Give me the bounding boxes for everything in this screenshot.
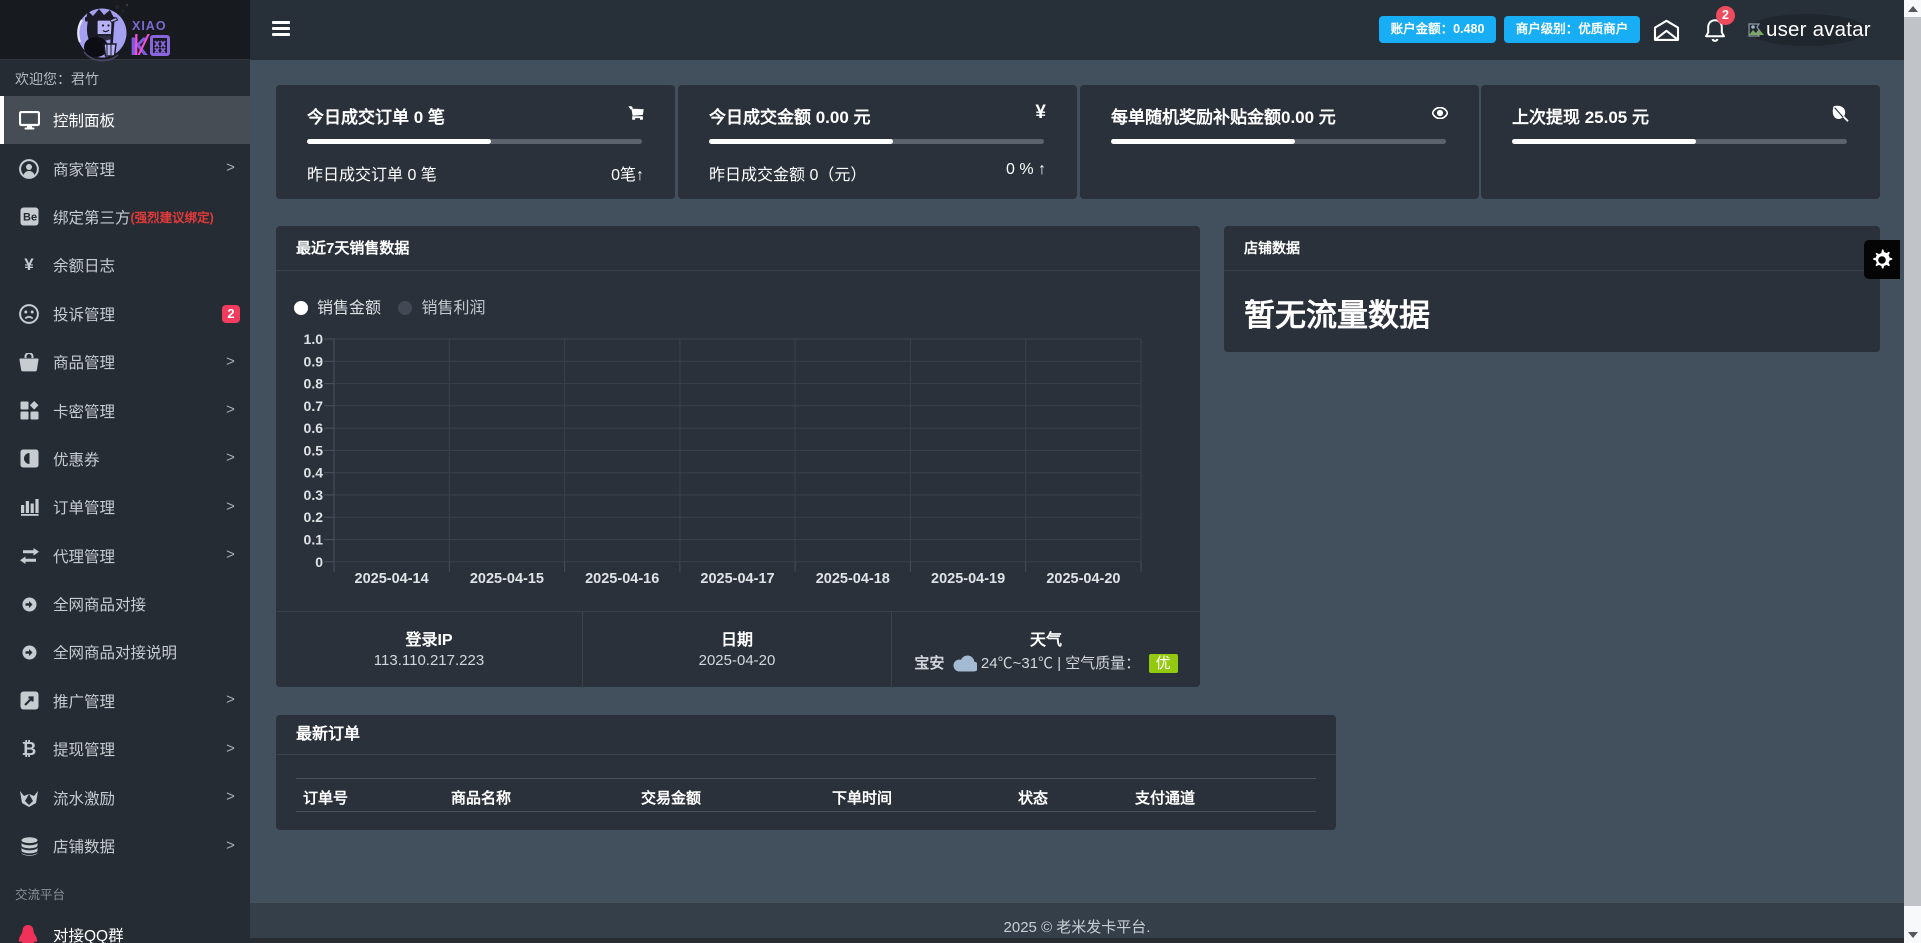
svg-text:2025-04-17: 2025-04-17 bbox=[700, 571, 774, 587]
svg-text:2025-04-19: 2025-04-19 bbox=[931, 571, 1005, 587]
svg-text:0.6: 0.6 bbox=[304, 420, 324, 436]
svg-text:0.9: 0.9 bbox=[304, 353, 324, 369]
svg-text:0.5: 0.5 bbox=[304, 442, 324, 458]
svg-text:0.8: 0.8 bbox=[304, 376, 324, 392]
svg-text:Be: Be bbox=[23, 212, 37, 224]
svg-text:0.3: 0.3 bbox=[304, 487, 324, 503]
svg-text:2025-04-15: 2025-04-15 bbox=[470, 571, 544, 587]
svg-text:XIAO: XIAO bbox=[132, 19, 167, 33]
svg-text:2025-04-14: 2025-04-14 bbox=[355, 571, 429, 587]
svg-text:2025-04-16: 2025-04-16 bbox=[585, 571, 659, 587]
svg-text:0.2: 0.2 bbox=[304, 509, 324, 525]
svg-text:0.7: 0.7 bbox=[304, 398, 324, 414]
svg-text:0.4: 0.4 bbox=[304, 465, 324, 481]
svg-text:K: K bbox=[130, 33, 148, 61]
svg-text:0.1: 0.1 bbox=[304, 532, 324, 548]
svg-text:2025-04-18: 2025-04-18 bbox=[816, 571, 890, 587]
svg-text:2025-04-20: 2025-04-20 bbox=[1046, 571, 1120, 587]
svg-text:1.0: 1.0 bbox=[304, 331, 324, 347]
svg-text:0: 0 bbox=[315, 554, 323, 570]
